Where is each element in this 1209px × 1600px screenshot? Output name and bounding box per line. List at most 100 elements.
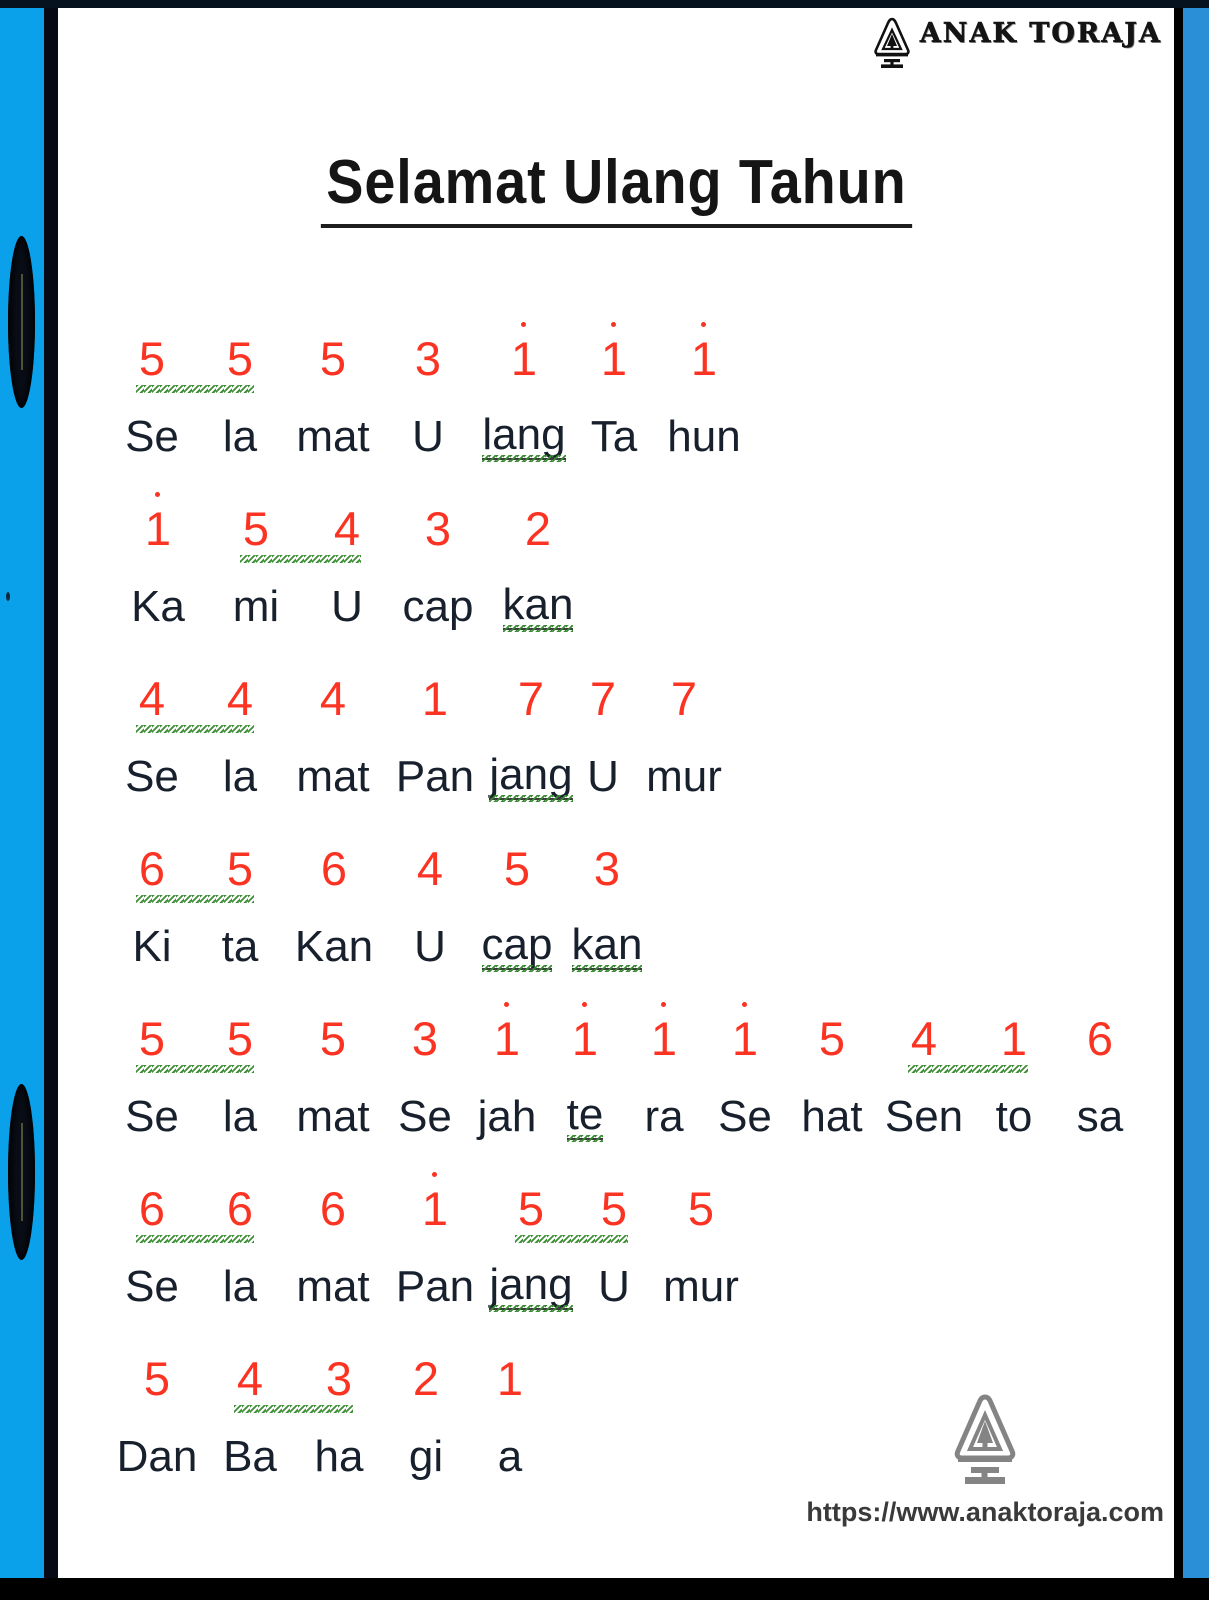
note-number: 1 xyxy=(690,322,718,385)
beam-squiggle xyxy=(136,385,254,393)
lyric-syllable: sa xyxy=(1076,1091,1124,1141)
note-number: 4 xyxy=(319,672,347,725)
note-number: 1 xyxy=(650,1002,678,1065)
note-number: 3 xyxy=(593,842,621,895)
lyric-syllable: Ki xyxy=(132,921,172,971)
lyric-cell: la xyxy=(196,751,284,801)
lyric-syllable: ta xyxy=(221,921,259,971)
lyric-syllable: Se xyxy=(125,1091,179,1141)
note-cell: 1 xyxy=(574,322,654,382)
note-cell: 4 xyxy=(384,845,476,892)
stanza: 4 4 4 1 7 7 7 Se la mat Pan jang Umur xyxy=(108,648,1154,802)
note-number: 6 xyxy=(138,1182,166,1235)
note-cell: 5 xyxy=(284,1015,382,1062)
lyric-cell: Ta xyxy=(574,411,654,461)
note-number: 7 xyxy=(670,672,698,725)
lyric-syllable: la xyxy=(222,751,258,801)
lyric-syllable: Ka xyxy=(131,581,185,631)
lyric-row: Se la mat Pan jang Umur xyxy=(108,722,1154,802)
lyric-cell: la xyxy=(196,411,284,461)
lyric-syllable: hat xyxy=(801,1091,863,1141)
note-cell: 1 xyxy=(382,675,488,722)
note-cell: 5 xyxy=(196,335,284,382)
beam-squiggle xyxy=(136,1235,254,1243)
scan-page-frame: ANAK TORAJA Selamat Ulang Tahun 5553111S… xyxy=(0,0,1209,1600)
lyric-syllable: Sen xyxy=(884,1091,964,1141)
lyric-syllable: la xyxy=(222,411,258,461)
note-number: 5 xyxy=(138,1012,166,1065)
note-number: 5 xyxy=(503,842,531,895)
spellcheck-squiggle xyxy=(489,1305,573,1312)
lyric-cell: ha xyxy=(294,1433,384,1480)
note-number: 1 xyxy=(144,492,172,555)
lyric-cell: Se xyxy=(108,1261,196,1311)
scan-edge-right xyxy=(1183,0,1209,1600)
lyric-syllable: mur xyxy=(646,751,722,801)
lyric-syllable: Ta xyxy=(590,411,638,461)
note-number: 1 xyxy=(421,1172,449,1235)
brand-logo: ANAK TORAJA xyxy=(870,16,1162,70)
note-number: 1 xyxy=(510,322,538,385)
note-number: 4 xyxy=(910,1012,938,1065)
note-number: 5 xyxy=(138,332,166,385)
lyric-syllable: kan xyxy=(502,581,574,632)
lyric-cell: la xyxy=(196,1261,284,1311)
song-sheet-page: ANAK TORAJA Selamat Ulang Tahun 5553111S… xyxy=(58,8,1174,1578)
lyric-row: Se la mat Pan jang Umur xyxy=(108,1232,1154,1312)
note-row: 1 5 4 3 2 xyxy=(108,478,1154,563)
note-number: 1 xyxy=(571,1002,599,1065)
note-number: 6 xyxy=(1086,1012,1114,1065)
lyric-cell: U xyxy=(574,1263,654,1310)
note-number: 4 xyxy=(333,502,361,555)
lyric-syllable: Kan xyxy=(294,921,374,971)
note-cell: 3 xyxy=(294,1355,384,1402)
note-number: 1 xyxy=(421,672,449,725)
beam-squiggle xyxy=(240,555,361,563)
lyric-syllable: Dan xyxy=(116,1431,198,1481)
lyric-cell: Ka xyxy=(108,581,208,631)
lyric-syllable: cap xyxy=(402,581,474,631)
lyric-cell: Se xyxy=(108,413,196,460)
note-cell: 1 xyxy=(468,1002,546,1062)
lyric-syllable: U xyxy=(412,411,444,461)
lyric-cell: U xyxy=(382,411,474,461)
binder-notch xyxy=(8,236,35,408)
lyric-cell: ta xyxy=(196,921,284,971)
note-cell: 6 xyxy=(284,845,384,892)
lyric-cell: mur xyxy=(654,1263,748,1310)
note-number: 7 xyxy=(517,672,545,725)
beam-squiggle xyxy=(136,895,254,903)
note-cell: 7 xyxy=(632,675,736,722)
note-cell: 5 xyxy=(476,845,558,892)
note-cell: 1 xyxy=(704,1002,786,1062)
note-number: 4 xyxy=(226,672,254,725)
note-number: 5 xyxy=(143,1352,171,1405)
footer-watermark: https://www.anaktoraja.com xyxy=(806,1391,1164,1528)
lyric-cell: Ki xyxy=(108,921,196,971)
note-cell: 1 xyxy=(108,492,208,555)
lyric-cell: jang xyxy=(488,751,574,802)
beam-squiggle xyxy=(515,1235,628,1243)
scan-edge-top xyxy=(0,0,1209,8)
lyric-cell: Se xyxy=(108,1091,196,1141)
lyric-syllable: a xyxy=(497,1431,523,1481)
note-number: 1 xyxy=(496,1352,524,1405)
lyric-cell: mat xyxy=(284,413,382,460)
note-number: 6 xyxy=(226,1182,254,1235)
page-left-shadow xyxy=(44,0,58,1600)
lyric-cell: kan xyxy=(486,581,590,632)
lyric-cell: Kan xyxy=(284,921,384,971)
note-cell: 5 xyxy=(284,335,382,382)
note-number: 5 xyxy=(319,1012,347,1065)
note-number: 3 xyxy=(325,1352,353,1405)
note-number: 5 xyxy=(517,1182,545,1235)
lyric-syllable: Se xyxy=(125,1261,179,1311)
lyric-syllable: lang xyxy=(482,411,566,462)
note-cell: 3 xyxy=(390,505,486,552)
lyric-cell: gi xyxy=(384,1433,468,1480)
lyric-syllable: Ba xyxy=(223,1431,277,1481)
lyric-cell: mur xyxy=(632,751,736,801)
lyric-syllable: la xyxy=(222,1261,258,1311)
lyric-cell: lang xyxy=(474,411,574,462)
spellcheck-squiggle xyxy=(481,965,553,972)
